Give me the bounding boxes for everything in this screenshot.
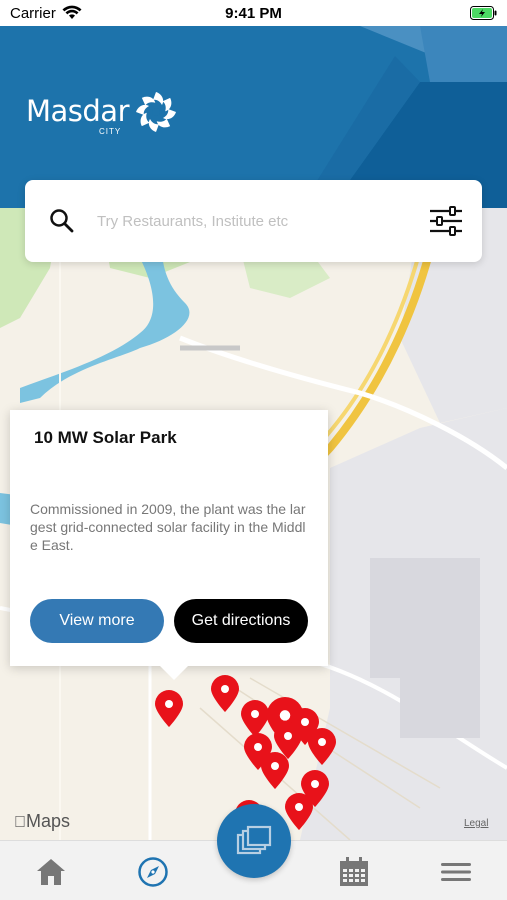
map-pin[interactable] (307, 728, 337, 766)
place-title: 10 MW Solar Park (34, 428, 177, 447)
status-bar: Carrier 9:41 PM (0, 0, 507, 26)
masdar-city-logo: Masdar CITY (26, 90, 186, 140)
maps-label: Maps (14, 811, 70, 831)
search-bar (25, 180, 482, 262)
map-pin[interactable] (154, 690, 184, 728)
apple-icon:  (14, 814, 26, 831)
compass-icon (138, 857, 168, 887)
calendar-icon (340, 857, 368, 886)
filter-sliders-icon[interactable] (428, 205, 464, 237)
menu-icon (441, 863, 471, 881)
view-more-button[interactable]: View more (30, 599, 164, 643)
masdar-swirl-icon (136, 92, 176, 132)
get-directions-button[interactable]: Get directions (174, 599, 308, 643)
gallery-icon (236, 825, 272, 855)
callout-pointer (160, 666, 188, 680)
home-icon (37, 859, 65, 885)
search-input[interactable] (97, 208, 417, 234)
tab-explore[interactable] (136, 855, 170, 889)
place-callout: 10 MW Solar Park Commissioned in 2009, t… (10, 410, 328, 680)
tab-events[interactable] (337, 855, 371, 889)
map-pin[interactable] (260, 752, 290, 790)
gallery-button[interactable] (217, 804, 291, 878)
logo-subtext: CITY (99, 127, 122, 136)
battery-charging-icon (470, 6, 497, 20)
place-description: Commissioned in 2009, the plant was the … (30, 501, 306, 553)
legal-link[interactable]: Legal (464, 818, 488, 829)
tab-home[interactable] (34, 855, 68, 889)
apple-maps-logo: Maps (14, 811, 70, 832)
status-time: 9:41 PM (225, 5, 282, 22)
search-icon[interactable] (49, 208, 75, 234)
map-pin[interactable] (284, 793, 314, 831)
tab-menu[interactable] (439, 855, 473, 889)
map-pin[interactable] (210, 675, 240, 713)
logo-text: Masdar (26, 94, 130, 128)
